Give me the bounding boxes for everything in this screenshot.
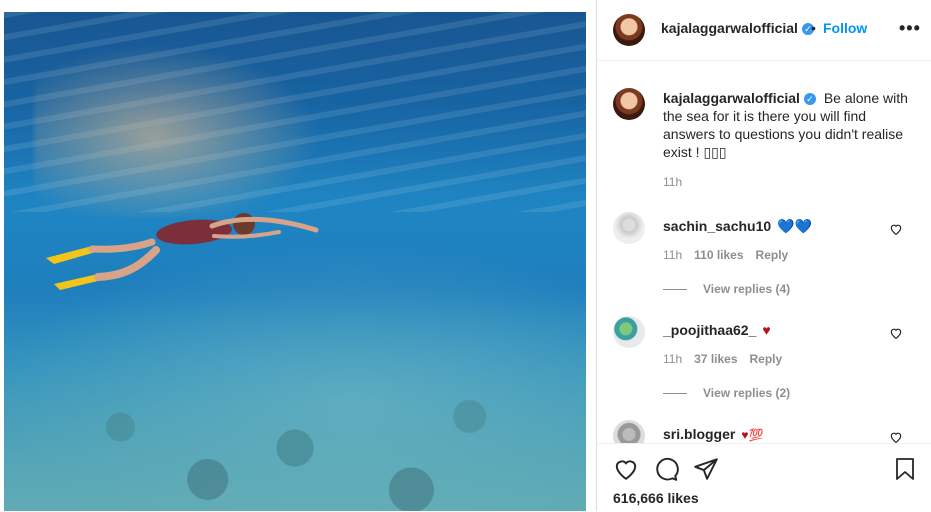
comment-username[interactable]: _poojithaa62_ ♥: [663, 322, 771, 338]
action-bar: 616,666 likes: [597, 443, 931, 512]
comment-heart-icon[interactable]: [889, 430, 903, 444]
comment-likes[interactable]: 37 likes: [694, 352, 737, 366]
view-replies-button[interactable]: View replies (4): [663, 282, 790, 296]
caption-username-text[interactable]: kajalaggarwalofficial: [663, 90, 800, 106]
view-replies-button[interactable]: View replies (2): [663, 386, 790, 400]
sunlight-reflection: [34, 37, 334, 217]
caption-timestamp[interactable]: 11h: [663, 175, 682, 189]
comment-username[interactable]: sri.blogger ♥💯: [663, 426, 763, 442]
separator-dot: •: [811, 20, 816, 36]
reply-button[interactable]: Reply: [756, 248, 789, 262]
reply-button[interactable]: Reply: [750, 352, 783, 366]
avatar[interactable]: [613, 88, 645, 120]
avatar[interactable]: [613, 212, 645, 244]
caption-username[interactable]: kajalaggarwalofficial ✓: [663, 90, 816, 106]
comment-meta: 11h 37 likes Reply: [663, 352, 782, 366]
comment-likes[interactable]: 110 likes: [694, 248, 743, 262]
comment-username-text[interactable]: sri.blogger: [663, 426, 735, 442]
comment-emoji: ♥: [762, 322, 771, 338]
seabed: [4, 301, 586, 511]
follow-button[interactable]: Follow: [823, 20, 867, 36]
author-username-text[interactable]: kajalaggarwalofficial: [661, 20, 798, 36]
comment-heart-icon[interactable]: [889, 222, 903, 236]
replies-divider: [663, 289, 687, 291]
view-replies-label[interactable]: View replies (4): [703, 282, 790, 296]
author-username[interactable]: kajalaggarwalofficial ✓: [661, 20, 814, 36]
comment-meta: 11h 110 likes Reply: [663, 248, 788, 262]
post-image[interactable]: [4, 12, 586, 511]
post-sidebar: kajalaggarwalofficial ✓ • Follow ••• kaja…: [596, 0, 931, 512]
comment-time[interactable]: 11h: [663, 352, 682, 366]
comment-username-text[interactable]: sachin_sachu10: [663, 218, 771, 234]
comment-username-text[interactable]: _poojithaa62_: [663, 322, 756, 338]
share-icon[interactable]: [693, 456, 719, 482]
avatar[interactable]: [613, 14, 645, 46]
replies-divider: [663, 393, 687, 395]
bookmark-icon[interactable]: [893, 456, 917, 482]
likes-count[interactable]: 616,666 likes: [613, 490, 699, 506]
comment-emoji: 💙💙: [777, 218, 813, 234]
comment-time[interactable]: 11h: [663, 248, 682, 262]
verified-badge-icon: ✓: [803, 93, 816, 105]
comment-username[interactable]: sachin_sachu10 💙💙: [663, 218, 812, 235]
caption-text: kajalaggarwalofficial ✓ Be alone with the…: [663, 89, 908, 161]
post-header: kajalaggarwalofficial ✓ • Follow •••: [597, 0, 931, 61]
view-replies-label[interactable]: View replies (2): [703, 386, 790, 400]
heart-icon[interactable]: [613, 456, 639, 482]
avatar[interactable]: [613, 316, 645, 348]
comment-icon[interactable]: [653, 456, 679, 482]
more-options-icon[interactable]: •••: [899, 18, 921, 39]
snorkeler-figure: [46, 213, 319, 290]
comment-emoji: ♥💯: [741, 428, 764, 442]
comment-heart-icon[interactable]: [889, 326, 903, 340]
